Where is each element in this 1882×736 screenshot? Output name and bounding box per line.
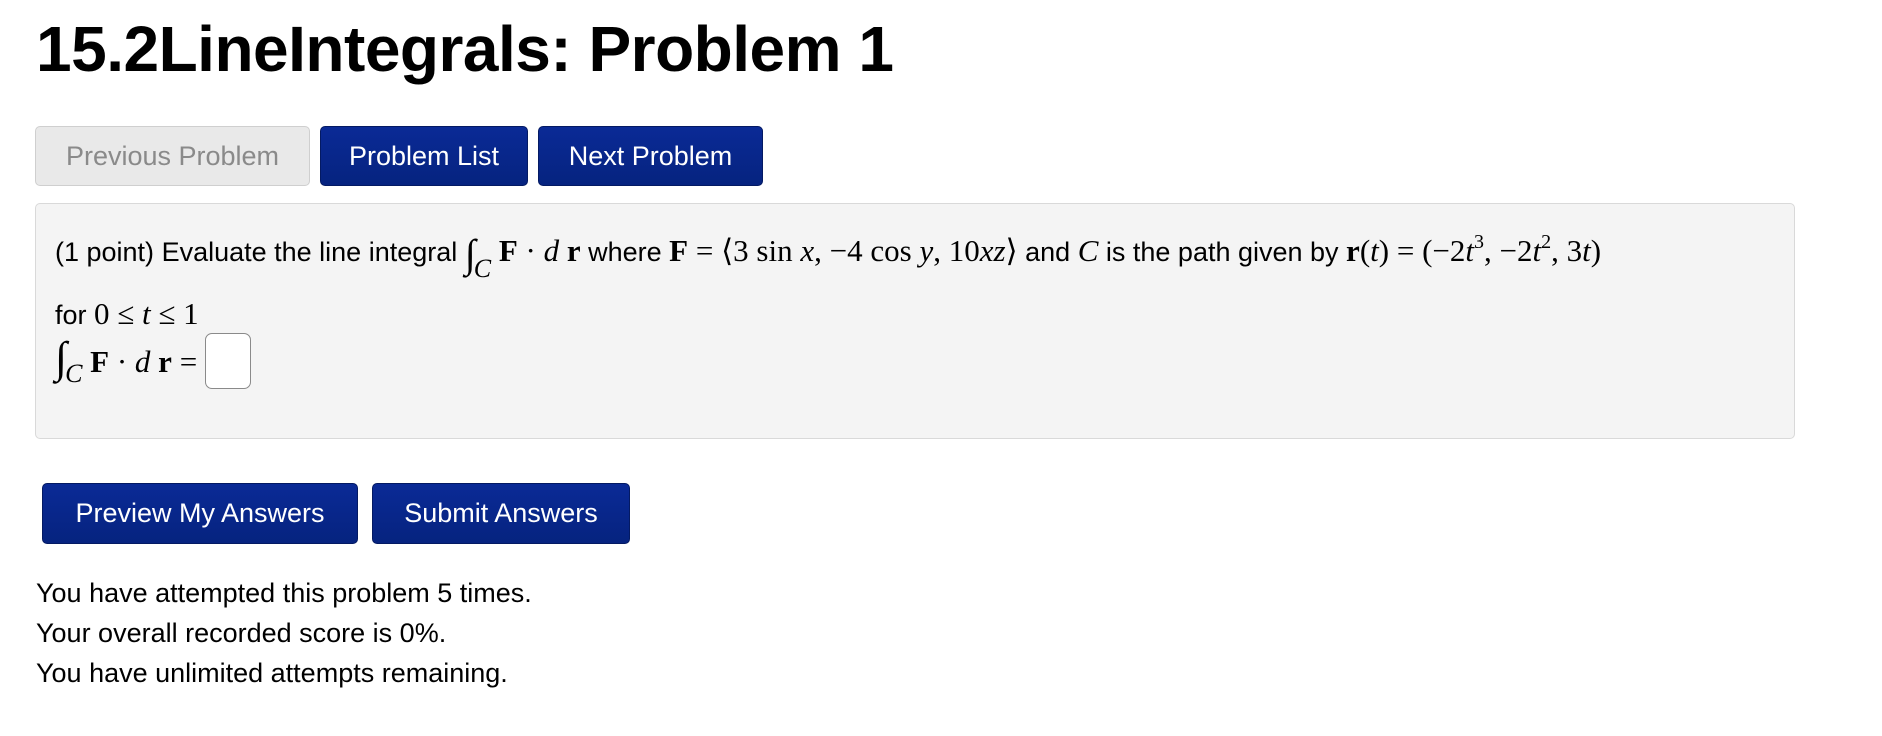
problem-text: (1 point) Evaluate the line integral ∫C … (55, 220, 1785, 338)
answer-actions: Preview My Answers Submit Answers (42, 483, 630, 544)
problem-list-button[interactable]: Problem List (320, 126, 528, 186)
problem-navigation: Previous Problem Problem List Next Probl… (35, 126, 763, 186)
curve-symbol: C (1077, 233, 1099, 268)
answer-integral-label: ∫C F · d r = (55, 333, 198, 388)
problem-text-path: is the path given by (1098, 237, 1347, 267)
attempt-status: You have attempted this problem 5 times.… (36, 573, 532, 693)
problem-text-for: for (55, 300, 95, 330)
answer-input[interactable] (205, 332, 252, 389)
path-expression: r(t) = (−2t3, −2t2, 3t) (1346, 231, 1602, 268)
score-message: Your overall recorded score is 0%. (36, 618, 447, 648)
problem-text-intro: Evaluate the line integral (154, 237, 465, 267)
page-title: 15.2LineIntegrals: Problem 1 (36, 13, 894, 85)
problem-text-where: where (580, 237, 670, 267)
problem-statement-box: (1 point) Evaluate the line integral ∫C … (35, 203, 1795, 439)
vector-field-expression: F = ⟨3 sin x, −4 cos y, 10xz⟩ (669, 233, 1018, 268)
next-problem-button[interactable]: Next Problem (538, 126, 763, 186)
attempts-message: You have attempted this problem 5 times. (36, 578, 532, 608)
parameter-range-expression: 0 ≤ t ≤ 1 (94, 296, 199, 331)
submit-answers-button[interactable]: Submit Answers (372, 483, 630, 544)
line-integral-expression: ∫C F · d r (464, 231, 581, 283)
previous-problem-button[interactable]: Previous Problem (35, 126, 310, 186)
problem-text-and: and (1017, 237, 1078, 267)
remaining-message: You have unlimited attempts remaining. (36, 658, 508, 688)
problem-points: (1 point) (55, 237, 155, 267)
answer-row: ∫C F · d r = (55, 332, 252, 389)
preview-answers-button[interactable]: Preview My Answers (42, 483, 358, 544)
